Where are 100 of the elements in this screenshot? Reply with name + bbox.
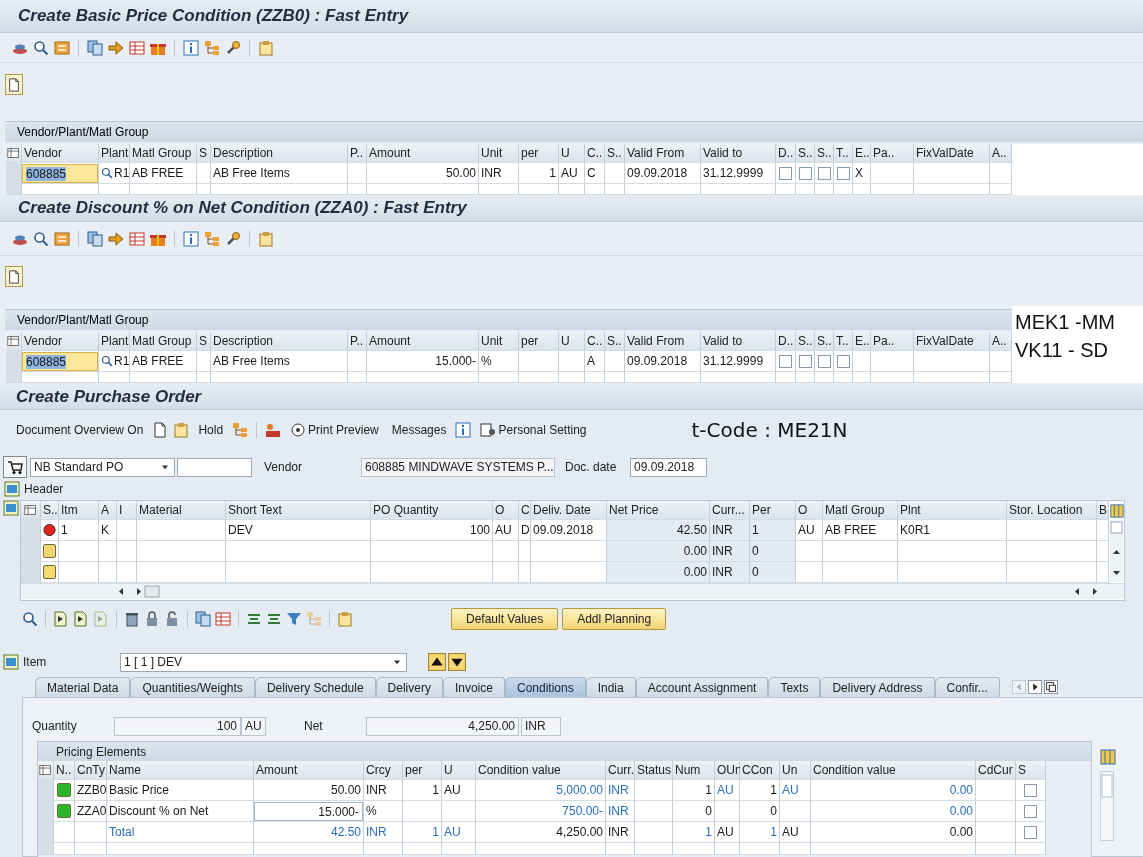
column-header[interactable]: Vendor [22, 332, 99, 351]
checkbox[interactable] [836, 354, 850, 368]
column-header[interactable]: I [117, 501, 137, 520]
column-header[interactable]: Valid From [625, 332, 701, 351]
column-header[interactable]: Itm [59, 501, 99, 520]
column-header[interactable]: U [559, 332, 585, 351]
search-icon[interactable] [22, 611, 38, 627]
column-header[interactable]: C.. [585, 144, 605, 163]
column-header[interactable]: Net Price [607, 501, 710, 520]
checkbox[interactable] [798, 354, 812, 368]
column-header[interactable]: N.. [54, 761, 75, 780]
column-header[interactable]: C [519, 501, 531, 520]
column-header[interactable]: Amount [367, 332, 479, 351]
column-header[interactable]: Un [780, 761, 811, 780]
tab[interactable]: Conditions [504, 677, 586, 697]
new-document-button[interactable] [5, 266, 23, 287]
clipboard-icon[interactable] [258, 230, 274, 247]
column-header[interactable]: S.. [815, 332, 834, 351]
column-header[interactable]: O [796, 501, 823, 520]
arrow-icon[interactable] [108, 39, 124, 56]
column-header[interactable]: Material [137, 501, 226, 520]
wrench-icon[interactable] [225, 39, 241, 56]
align-icon[interactable] [246, 611, 262, 627]
column-header[interactable]: Curr... [710, 501, 750, 520]
column-header[interactable]: A.. [990, 332, 1012, 351]
column-header[interactable]: S.. [796, 144, 815, 163]
info-icon[interactable] [455, 422, 472, 438]
search-icon[interactable] [33, 230, 49, 247]
checkbox[interactable] [798, 166, 812, 180]
column-header[interactable]: U [442, 761, 476, 780]
column-header[interactable]: per [403, 761, 442, 780]
horizontal-scrollbar[interactable] [21, 584, 1124, 599]
checkbox[interactable] [836, 166, 850, 180]
trash-icon[interactable] [124, 611, 140, 627]
input-field[interactable]: 15.000- [254, 801, 363, 821]
column-header[interactable]: per [519, 332, 559, 351]
search-icon[interactable] [33, 39, 49, 56]
input-field[interactable] [177, 457, 252, 477]
clipboard-icon[interactable] [337, 611, 353, 627]
column-header[interactable]: Amount [254, 761, 364, 780]
hierarchy-icon[interactable] [204, 39, 220, 56]
column-header[interactable]: Name [107, 761, 254, 780]
panel-toggle-icon[interactable] [3, 500, 19, 516]
column-header[interactable]: Vendor [22, 144, 99, 163]
column-header[interactable]: S.. [41, 501, 59, 520]
column-header[interactable]: E.. [853, 332, 871, 351]
column-header[interactable]: Unit [479, 332, 519, 351]
column-header[interactable]: S.. [605, 332, 625, 351]
checkbox[interactable] [817, 166, 831, 180]
column-header[interactable]: S [197, 144, 211, 163]
column-header[interactable]: per [519, 144, 559, 163]
column-header[interactable]: Description [211, 332, 348, 351]
column-header[interactable]: FixValDate [914, 144, 990, 163]
table-icon[interactable] [129, 39, 145, 56]
checkbox[interactable] [779, 354, 792, 368]
column-header[interactable]: C.. [585, 332, 605, 351]
info-icon[interactable] [183, 230, 199, 247]
hierarchy-icon[interactable] [232, 422, 249, 438]
column-header[interactable]: Valid to [701, 332, 776, 351]
action-button[interactable]: Addl Planning [562, 608, 667, 630]
column-header[interactable]: Pa.. [871, 332, 914, 351]
column-header[interactable]: S.. [796, 332, 815, 351]
column-header[interactable]: Condition value [811, 761, 976, 780]
new-document-button[interactable] [5, 74, 23, 95]
column-header[interactable]: Plant [99, 144, 130, 163]
document-arrow-icon[interactable] [53, 611, 69, 627]
panel-toggle-icon[interactable] [4, 481, 20, 497]
column-header[interactable]: Short Text [226, 501, 371, 520]
copy-icon[interactable] [87, 230, 103, 247]
arrow-icon[interactable] [108, 230, 124, 247]
clipboard-icon[interactable] [173, 422, 190, 438]
info-icon[interactable] [183, 39, 199, 56]
column-header[interactable]: B [1097, 501, 1109, 520]
tab[interactable]: Confir... [934, 677, 1000, 697]
item-dropdown[interactable]: 1 [ 1 ] DEV [120, 652, 407, 672]
column-header[interactable]: Unit [479, 144, 519, 163]
wrench-icon[interactable] [225, 230, 241, 247]
tab[interactable]: Material Data [35, 677, 131, 697]
action-button[interactable]: Default Values [451, 608, 559, 630]
toolbar-button[interactable]: Messages [387, 419, 451, 441]
column-header[interactable]: O [493, 501, 519, 520]
hierarchy-icon[interactable] [204, 230, 220, 247]
column-header[interactable]: S.. [815, 144, 834, 163]
vendor-field[interactable]: 608885 MINDWAVE SYSTEMS P... [361, 457, 555, 477]
column-header[interactable]: CnTy [75, 761, 107, 780]
column-header[interactable]: CdCur [976, 761, 1016, 780]
column-header[interactable]: Condition value [476, 761, 606, 780]
input-field[interactable]: 608885 [22, 163, 98, 183]
tab[interactable]: Delivery [375, 677, 443, 697]
checkbox[interactable] [1024, 783, 1037, 797]
select-all-button[interactable] [21, 501, 41, 520]
tab[interactable]: Account Assignment [635, 677, 769, 697]
copy-icon[interactable] [195, 611, 211, 627]
column-header[interactable]: Valid to [701, 144, 776, 163]
search-icon[interactable] [101, 167, 113, 179]
tab[interactable]: Delivery Schedule [254, 677, 376, 697]
column-settings-icon[interactable] [1109, 503, 1124, 518]
tab[interactable]: Quantities/Weights [130, 677, 255, 697]
toolbar-button[interactable]: Hold [194, 419, 228, 441]
checkbox[interactable] [779, 166, 792, 180]
